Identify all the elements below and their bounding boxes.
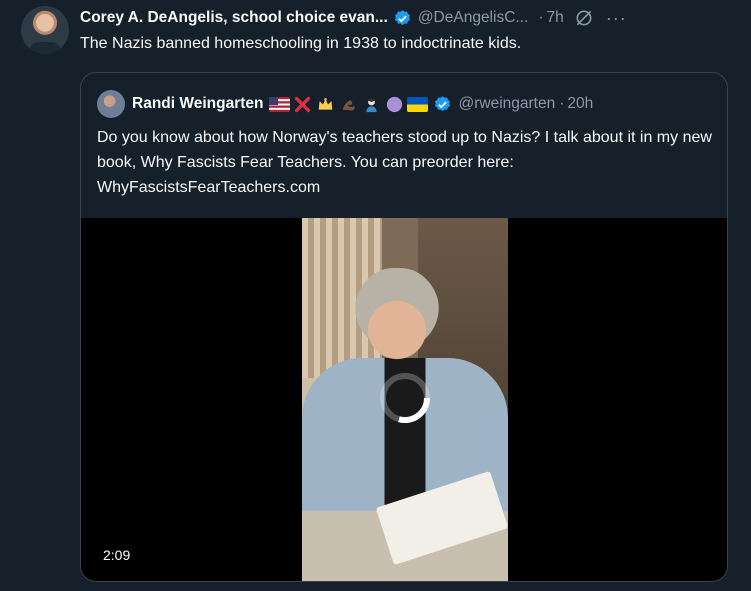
quoted-tweet-header: Randi Weingarten @rweingarten · 20h: [97, 90, 715, 118]
quoted-author-handle[interactable]: @rweingarten: [458, 95, 555, 113]
separator-dot: ·: [538, 9, 544, 26]
quoted-author-name[interactable]: Randi Weingarten: [132, 95, 263, 113]
verified-badge-icon: [435, 95, 451, 111]
quoted-tweet-timestamp[interactable]: 20h: [567, 95, 593, 113]
cross-mark-icon: [295, 96, 311, 112]
separator-dot: ·: [559, 95, 565, 112]
video-player[interactable]: 2:09: [81, 218, 727, 581]
tweet-timestamp[interactable]: 7h: [546, 9, 563, 27]
grok-icon[interactable]: [574, 8, 594, 28]
verified-badge-icon: [394, 9, 410, 25]
loading-spinner-icon: [380, 373, 431, 423]
ukraine-flag-icon: [407, 96, 429, 112]
quoted-tweet-text: Do you know about how Norway's teachers …: [97, 129, 712, 196]
teacher-icon: [366, 97, 378, 112]
tweet-text: The Nazis banned homeschooling in 1938 t…: [80, 35, 522, 52]
more-options-icon[interactable]: ···: [606, 9, 627, 27]
crown-icon: [319, 97, 333, 110]
video-duration: 2:09: [97, 545, 137, 565]
purple-circle-icon: [387, 96, 403, 112]
author-name[interactable]: Corey A. DeAngelis, school choice evan..…: [80, 9, 388, 27]
quoted-author-avatar[interactable]: [97, 90, 125, 118]
author-handle[interactable]: @DeAngelisC...: [418, 9, 529, 27]
quoted-tweet[interactable]: Randi Weingarten @rweingarten · 20h Do y…: [80, 72, 728, 582]
author-avatar[interactable]: [21, 6, 69, 54]
tweet-header: Corey A. DeAngelis, school choice evan..…: [80, 6, 735, 30]
us-flag-icon: [269, 96, 291, 112]
flexed-biceps-icon: [343, 99, 356, 110]
name-emojis: [269, 96, 429, 113]
